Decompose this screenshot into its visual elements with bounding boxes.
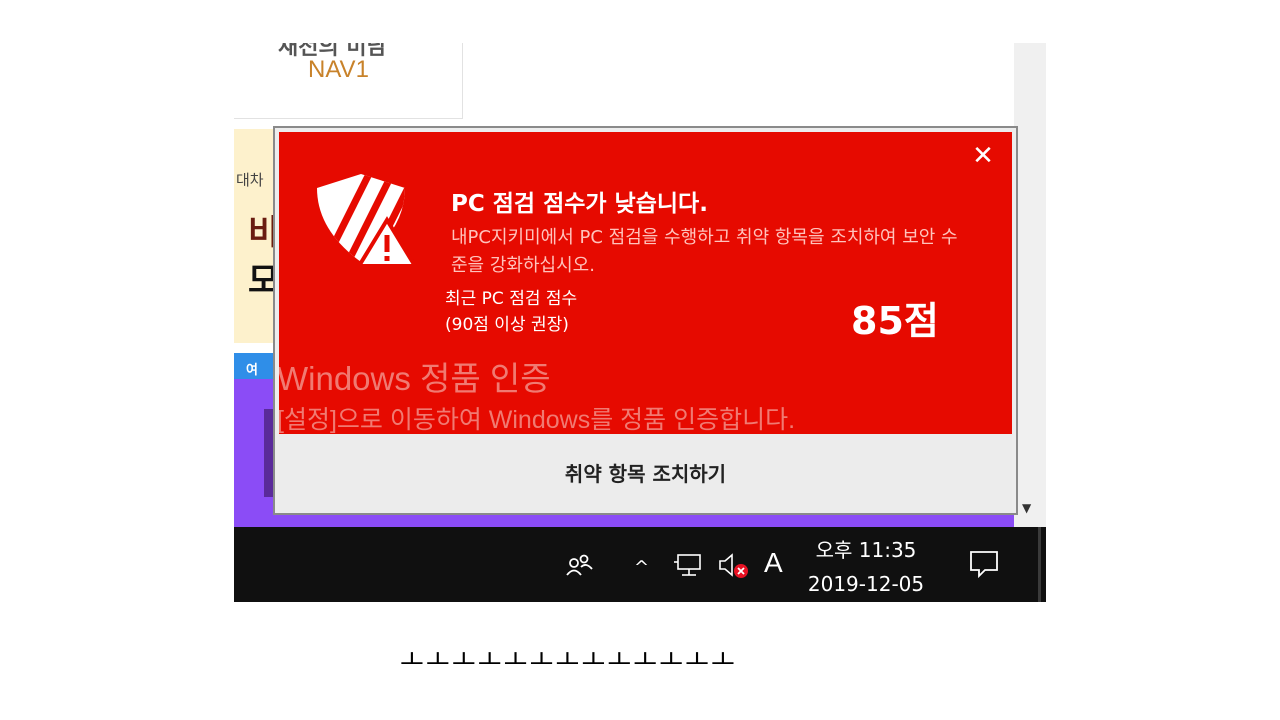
score-label-line2: (90점 이상 권장) <box>445 315 569 335</box>
notification-icon[interactable] <box>968 549 1000 579</box>
activation-watermark-subtitle: [설정]으로 이동하여 Windows를 정품 인증합니다. <box>279 406 796 434</box>
ad-banner[interactable]: 새천의 미남 NAV1 <box>234 43 463 119</box>
promo-headline-2: 모 <box>248 261 274 301</box>
scroll-down-arrow-icon[interactable]: ▼ <box>1022 501 1031 515</box>
score-label-line1: 최근 PC 점검 점수 <box>445 289 578 309</box>
security-alert-popup: ✕ PC 점검 점수가 낮습니다. 내PC지키미에서 PC 점검을 수행하고 취… <box>273 126 1018 515</box>
chevron-up-icon[interactable]: ^ <box>634 557 649 578</box>
blue-tab[interactable]: 여 <box>234 353 274 379</box>
alert-description: 내PC지키미에서 PC 점검을 수행하고 취약 항목을 조치하여 보안 수준을 … <box>451 227 958 276</box>
caption-text: ㅗㅗㅗㅗㅗㅗㅗㅗㅗㅗㅗㅗㅗ <box>400 646 737 676</box>
scrollbar[interactable] <box>1014 43 1046 527</box>
close-icon[interactable]: ✕ <box>969 142 997 170</box>
volume-muted-icon[interactable] <box>718 551 750 579</box>
ad-nav-text: NAV1 <box>308 56 369 83</box>
network-icon[interactable] <box>674 553 704 577</box>
score-value: 85점 <box>851 299 939 343</box>
promo-headline-1: 비 <box>248 213 274 253</box>
taskbar: ^ A 오후 11:35 2019-12-05 <box>234 527 1046 602</box>
clock-date: 2019-12-05 <box>807 572 925 596</box>
clock[interactable]: 오후 11:35 2019-12-05 <box>804 533 928 601</box>
score-label: 최근 PC 점검 점수 (90점 이상 권장) <box>445 286 577 338</box>
people-icon[interactable] <box>564 551 594 587</box>
alert-panel: ✕ PC 점검 점수가 낮습니다. 내PC지키미에서 PC 점검을 수행하고 취… <box>279 132 1012 434</box>
promo-banner[interactable]: 대차 비 모 <box>234 129 274 343</box>
activation-watermark-title: Windows 정품 인증 <box>279 360 551 397</box>
screenshot: 새천의 미남 NAV1 대차 비 모 여 ▼ ^ A 오후 11:35 2019… <box>234 43 1046 602</box>
fix-vulnerabilities-button[interactable]: 취약 항목 조치하기 <box>279 434 1012 512</box>
alert-title: PC 점검 점수가 낮습니다. <box>451 191 708 217</box>
promo-small-text: 대차 <box>236 171 264 189</box>
clock-time: 오후 11:35 <box>815 538 917 562</box>
shield-warning-icon <box>311 170 421 270</box>
ime-indicator[interactable]: A <box>764 547 783 579</box>
show-desktop-edge[interactable] <box>1038 527 1041 602</box>
